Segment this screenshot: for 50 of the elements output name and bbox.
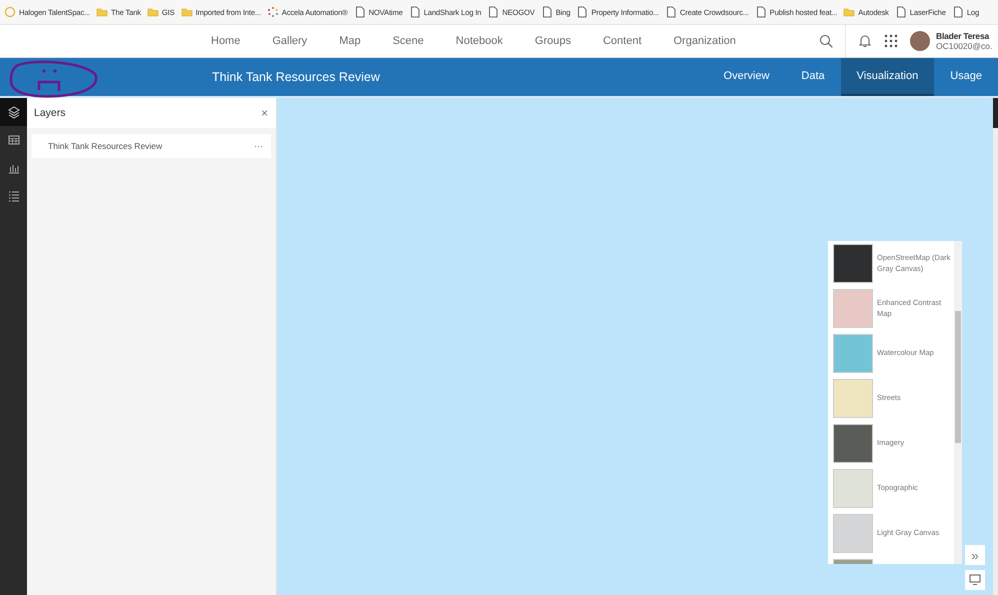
scrollbar[interactable] xyxy=(954,241,962,564)
nav-link[interactable]: Scene xyxy=(376,35,440,47)
item-title: Think Tank Resources Review xyxy=(212,70,380,84)
page-icon[interactable] xyxy=(487,6,500,18)
expand-button[interactable]: » xyxy=(965,545,985,565)
nav-link[interactable]: Groups xyxy=(518,35,587,47)
nav-link[interactable]: Home xyxy=(195,35,256,47)
list-icon xyxy=(8,190,20,202)
page-icon[interactable] xyxy=(754,6,767,18)
tab[interactable]: Data xyxy=(785,58,841,96)
page-icon[interactable] xyxy=(894,6,907,18)
dots-icon[interactable] xyxy=(266,6,279,18)
nav-link[interactable]: Gallery xyxy=(256,35,324,47)
map-thumbnail xyxy=(833,244,873,283)
page-icon[interactable] xyxy=(576,6,588,18)
map-thumbnail xyxy=(833,424,873,463)
layer-name: Think Tank Resources Review xyxy=(48,141,162,151)
user-name: Blader Teresa xyxy=(936,31,990,41)
avatar[interactable] xyxy=(910,31,930,51)
close-button[interactable]: × xyxy=(260,106,268,120)
nav-link[interactable]: Notebook xyxy=(440,35,519,47)
tab[interactable]: Visualization xyxy=(840,58,934,96)
map-thumbnail xyxy=(833,334,873,373)
tab[interactable]: Usage xyxy=(934,58,998,96)
user-account: OC10020@co. xyxy=(936,41,994,51)
map-thumbnail xyxy=(833,289,873,328)
bell-icon[interactable] xyxy=(858,34,872,48)
nav-link[interactable]: Content xyxy=(586,35,658,47)
page-icon[interactable] xyxy=(354,6,366,18)
table-icon xyxy=(8,134,20,146)
page-icon[interactable] xyxy=(408,6,421,18)
toolbar-button[interactable] xyxy=(0,98,27,126)
nav-link[interactable]: Organization xyxy=(658,35,752,47)
page-icon[interactable] xyxy=(664,6,677,18)
layers-icon xyxy=(8,106,20,118)
map-thumbnail xyxy=(833,469,873,508)
nav-link[interactable]: Map xyxy=(323,35,377,47)
monitor-icon xyxy=(969,574,981,586)
page-icon[interactable] xyxy=(540,6,553,18)
tab[interactable]: Overview xyxy=(708,58,786,96)
page-scrollbar[interactable] xyxy=(993,98,998,595)
search-icon[interactable] xyxy=(819,34,833,48)
more-button[interactable]: ··· xyxy=(254,141,263,151)
page-icon[interactable] xyxy=(952,6,964,18)
panel-title: Layers xyxy=(34,107,66,119)
layer-card[interactable]: Think Tank Resources Review ··· xyxy=(32,134,271,158)
map-thumbnail xyxy=(833,379,873,418)
display-button[interactable] xyxy=(965,570,985,590)
app-grid-icon[interactable] xyxy=(884,34,898,48)
map-thumbnail xyxy=(833,514,873,553)
